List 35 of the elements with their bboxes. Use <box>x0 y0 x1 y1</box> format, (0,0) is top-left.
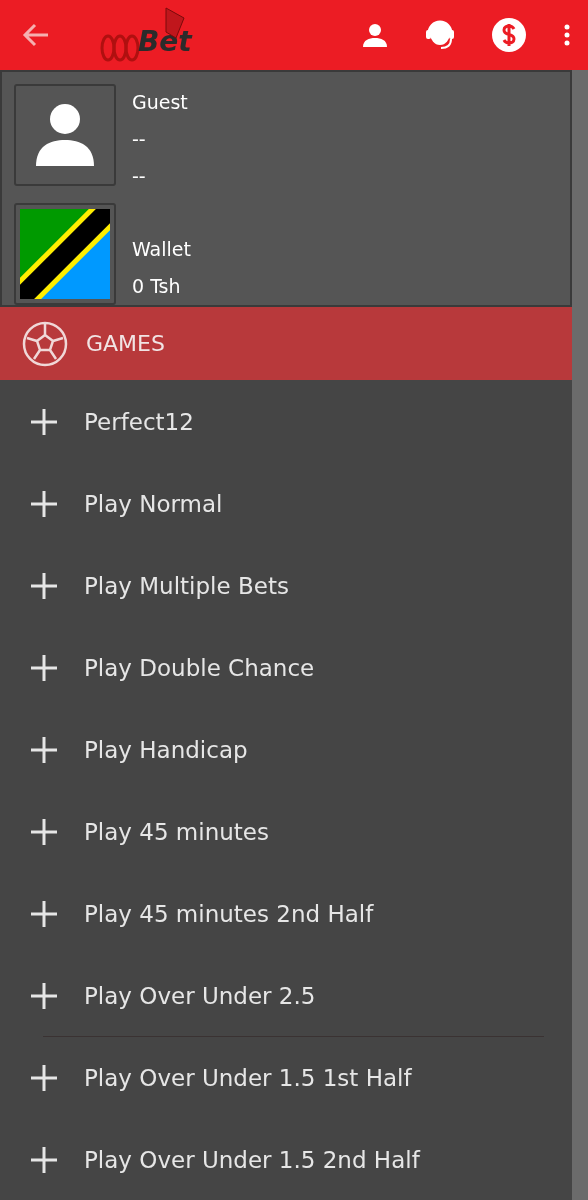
menu-item[interactable]: Play 45 minutes <box>0 791 572 872</box>
plus-icon <box>30 653 58 682</box>
dollar-icon[interactable] <box>492 18 526 52</box>
plus-icon <box>30 1063 58 1092</box>
games-header[interactable]: GAMES <box>0 307 572 380</box>
plus-icon <box>30 407 58 436</box>
plus-icon <box>30 1145 58 1174</box>
more-icon[interactable] <box>564 24 570 46</box>
logo-text: Bet <box>138 25 192 58</box>
profile-detail: -- <box>132 127 147 152</box>
menu-item[interactable]: Play Multiple Bets <box>0 545 572 626</box>
menu-item[interactable]: Play Handicap <box>0 709 572 790</box>
menu-item[interactable]: Play Over Under 1.5 1st Half <box>0 1037 572 1118</box>
user-icon[interactable] <box>362 22 388 48</box>
plus-icon <box>30 899 58 928</box>
profile-detail: -- <box>132 164 147 189</box>
user-name: Guest <box>132 90 189 115</box>
menu-item[interactable]: Perfect12 <box>0 381 572 462</box>
flag-icon <box>20 209 110 299</box>
back-button[interactable] <box>22 23 50 47</box>
plus-icon <box>30 571 58 600</box>
plus-icon <box>30 981 58 1010</box>
soccer-ball-icon <box>22 320 68 367</box>
wallet-balance: 0 Tsh <box>132 274 182 299</box>
menu-item[interactable]: Play Over Under 2.5 <box>0 955 572 1036</box>
wallet-label: Wallet <box>132 237 192 262</box>
menu-item[interactable]: Play Over Under 1.5 2nd Half <box>0 1119 572 1200</box>
menu-item[interactable]: Play Normal <box>0 463 572 544</box>
headset-icon[interactable] <box>426 19 454 51</box>
menu-item[interactable]: Play Double Chance <box>0 627 572 708</box>
plus-icon <box>30 817 58 846</box>
avatar-icon <box>34 104 96 166</box>
plus-icon <box>30 489 58 518</box>
plus-icon <box>30 735 58 764</box>
menu-item[interactable]: Play 45 minutes 2nd Half <box>0 873 572 954</box>
